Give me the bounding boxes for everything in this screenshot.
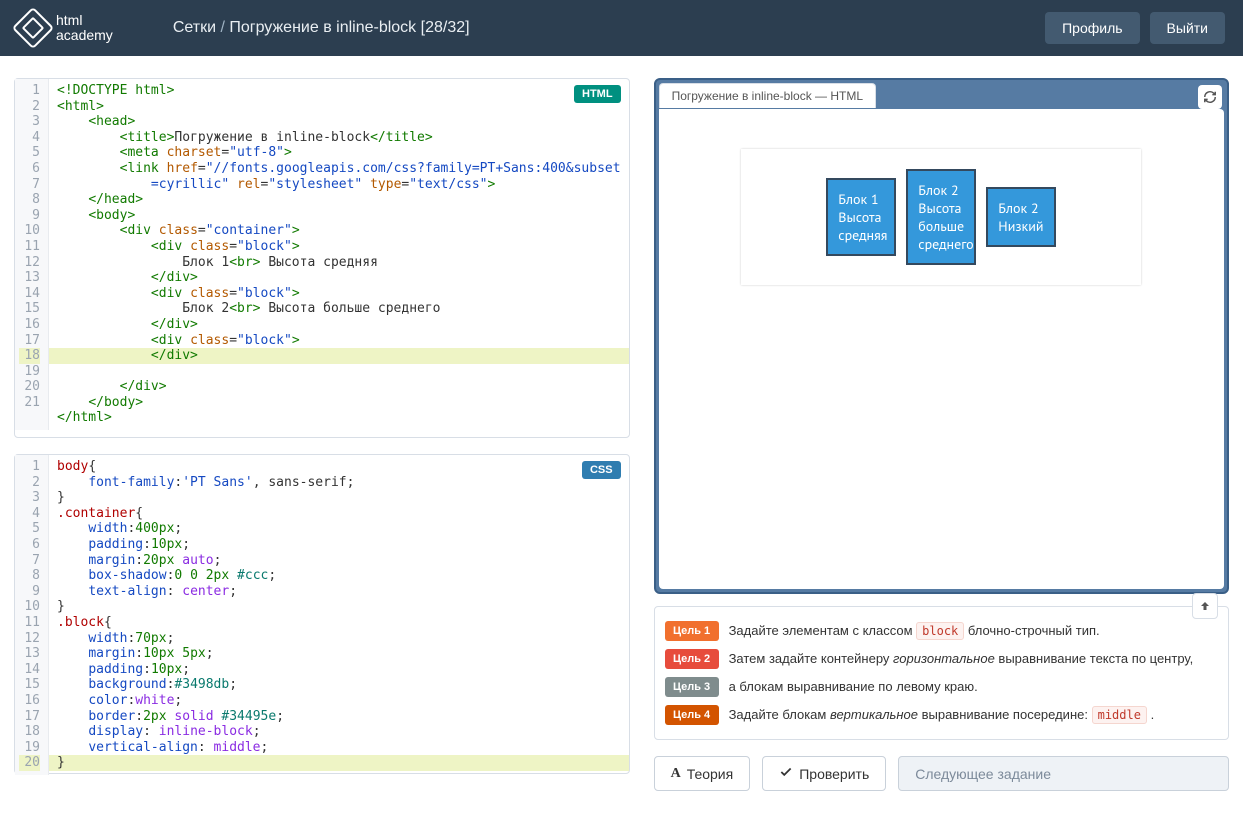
html-code[interactable]: 123456789101112131415161718192021 <!DOCT… [15,79,629,430]
preview-iframe: Блок 1Высота средняяБлок 2Высота больше … [659,109,1224,589]
pv-container: Блок 1Высота средняяБлок 2Высота больше … [741,149,1141,285]
goal-badge: Цель 1 [665,621,719,641]
goals-list: Цель 1 Задайте элементам с классом block … [665,617,1218,729]
goals-collapse-icon[interactable] [1192,593,1218,619]
preview-column: Погружение в inline-block — HTML Блок 1В… [654,78,1229,791]
theory-button[interactable]: A Теория [654,756,751,791]
logo[interactable]: html academy [18,13,113,44]
editors-column: HTML 123456789101112131415161718192021 <… [14,78,630,791]
html-editor[interactable]: HTML 123456789101112131415161718192021 <… [14,78,630,438]
preview-block: Блок 2Низкий [986,187,1056,247]
goal-item: Цель 2 Затем задайте контейнеру горизонта… [665,645,1218,673]
html-gutter: 123456789101112131415161718192021 [15,79,49,430]
css-badge: CSS [582,461,621,479]
goal-badge: Цель 4 [665,705,719,725]
goal-badge: Цель 3 [665,677,719,697]
html-code-body[interactable]: <!DOCTYPE html> <html> <head> <title>Пог… [49,79,629,430]
breadcrumb-task: Погружение в inline-block [28/32] [229,19,469,36]
goal-item: Цель 1 Задайте элементам с классом block … [665,617,1218,645]
logout-button[interactable]: Выйти [1150,12,1225,44]
check-icon [779,765,793,782]
breadcrumb-sep: / [216,19,229,36]
theory-label: Теория [687,766,734,782]
app-header: html academy Сетки / Погружение в inline… [0,0,1243,56]
logo-top: html [56,13,113,28]
goal-text: Задайте блокам вертикальное выравнивание… [729,705,1155,725]
logo-bottom: academy [56,28,113,43]
font-icon: A [671,766,681,782]
check-button[interactable]: Проверить [762,756,886,791]
css-editor[interactable]: CSS 1234567891011121314151617181920 body… [14,454,630,774]
html-badge: HTML [574,85,621,103]
header-actions: Профиль Выйти [1045,12,1225,44]
profile-button[interactable]: Профиль [1045,12,1139,44]
preview-block: Блок 2Высота больше среднего [906,169,976,265]
breadcrumb-course[interactable]: Сетки [173,19,216,36]
breadcrumb: Сетки / Погружение в inline-block [28/32… [173,19,470,37]
preview-panel: Погружение в inline-block — HTML Блок 1В… [654,78,1229,594]
goals-panel: Цель 1 Задайте элементам с классом block … [654,606,1229,740]
css-code[interactable]: 1234567891011121314151617181920 body{ fo… [15,455,629,775]
goal-item: Цель 3 а блокам выравнивание по левому кр… [665,673,1218,701]
main-layout: HTML 123456789101112131415161718192021 <… [0,56,1243,813]
logo-icon [12,7,54,49]
goal-text: Задайте элементам с классом block блочно… [729,621,1100,641]
preview-tab[interactable]: Погружение в inline-block — HTML [659,83,876,108]
goal-badge: Цель 2 [665,649,719,669]
preview-block: Блок 1Высота средняя [826,178,896,256]
logo-text: html academy [56,13,113,44]
refresh-icon[interactable] [1198,85,1222,109]
check-label: Проверить [799,766,869,782]
css-gutter: 1234567891011121314151617181920 [15,455,49,775]
next-task-button[interactable]: Следующее задание [898,756,1229,791]
goal-text: Затем задайте контейнеру горизонтальное … [729,649,1194,669]
css-code-body[interactable]: body{ font-family:'PT Sans', sans-serif;… [49,455,629,775]
goal-text: а блокам выравнивание по левому краю. [729,677,978,697]
goal-item: Цель 4 Задайте блокам вертикальное выравн… [665,701,1218,729]
action-bar: A Теория Проверить Следующее задание [654,756,1229,791]
